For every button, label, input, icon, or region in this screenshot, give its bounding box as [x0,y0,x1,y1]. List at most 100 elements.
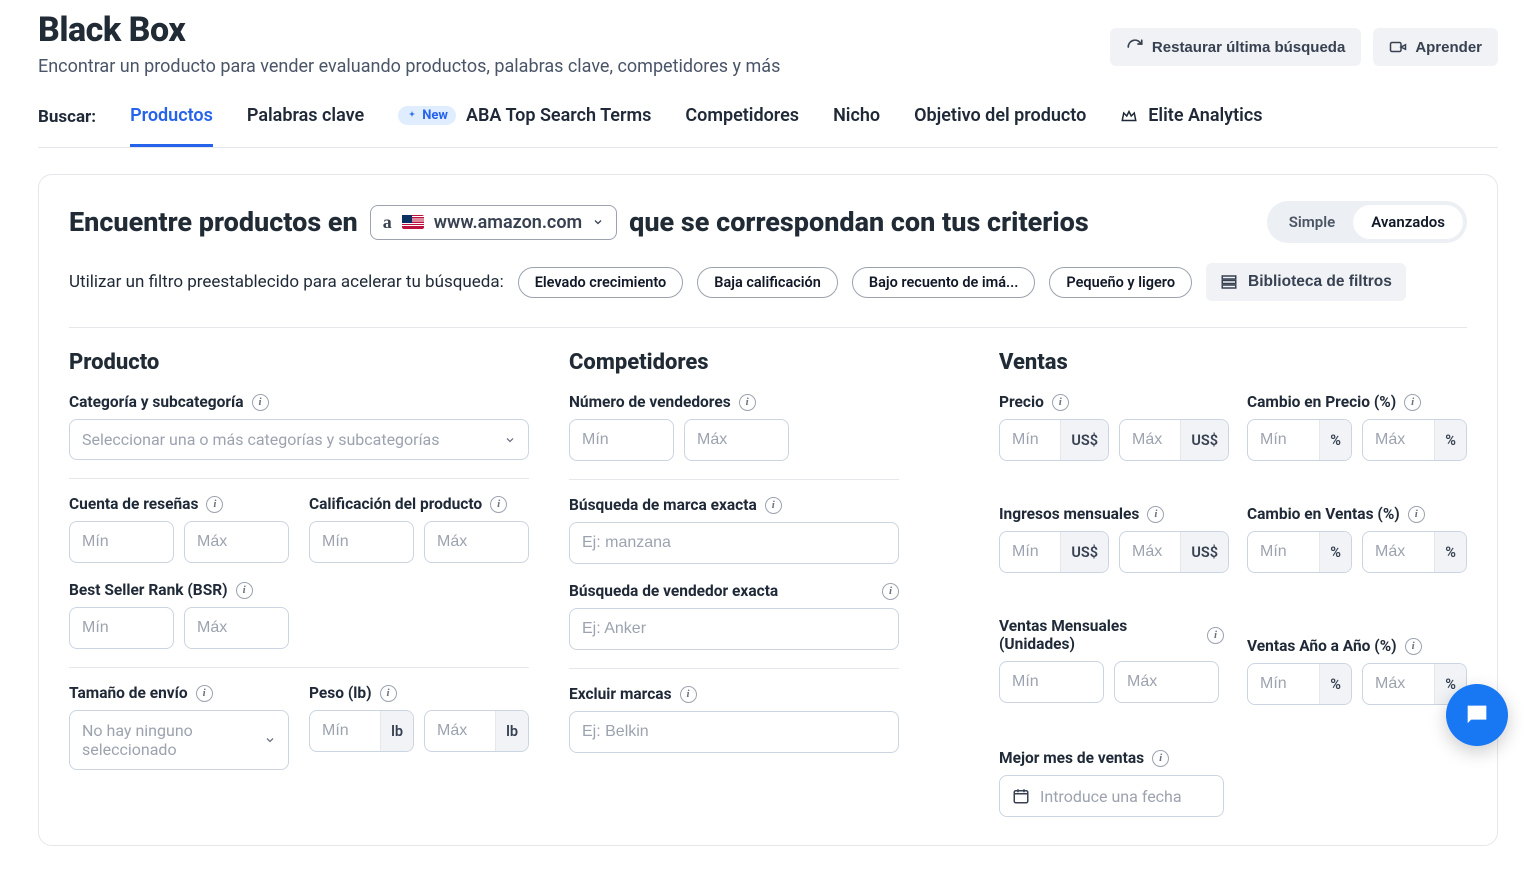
mode-simple[interactable]: Simple [1271,205,1354,239]
crown-icon [1120,107,1138,125]
sellers-max-input[interactable] [685,431,788,449]
info-icon[interactable] [1147,506,1164,523]
info-icon[interactable] [490,496,507,513]
revenue-max-input[interactable] [1120,543,1180,561]
price-max-input[interactable] [1120,431,1180,449]
info-icon[interactable] [196,685,213,702]
preset-chip-low-images[interactable]: Bajo recuento de imá... [852,267,1036,298]
mode-advanced[interactable]: Avanzados [1353,205,1463,239]
pct-unit: % [1434,532,1466,572]
best-month-label: Mejor mes de ventas [999,749,1144,767]
info-icon[interactable] [1404,394,1421,411]
ventas-title: Ventas [999,350,1467,375]
rating-label: Calificación del producto [309,495,482,513]
info-icon[interactable] [739,394,756,411]
filters-panel: Encuentre productos en a www.amazon.com … [38,174,1498,846]
seller-search-input[interactable] [570,620,898,638]
amazon-logo-icon: a [383,212,392,233]
info-icon[interactable] [765,497,782,514]
page-title: Black Box [38,10,780,50]
best-month-date-input[interactable]: Introduce una fecha [999,775,1224,817]
preset-chip-growth[interactable]: Elevado crecimiento [518,267,684,298]
restore-search-button[interactable]: Restaurar última búsqueda [1110,28,1361,66]
info-icon[interactable] [1405,638,1422,655]
revenue-min-input[interactable] [1000,543,1060,561]
sales-change-min-input[interactable] [1248,543,1319,561]
info-icon[interactable] [1052,394,1069,411]
price-min-input[interactable] [1000,431,1060,449]
reviews-max-input[interactable] [185,533,288,551]
filter-library-button[interactable]: Biblioteca de filtros [1206,263,1406,301]
tab-objetivo-producto[interactable]: Objetivo del producto [914,105,1086,147]
tab-palabras-clave[interactable]: Palabras clave [247,105,364,147]
info-icon[interactable] [206,496,223,513]
bsr-min-input[interactable] [70,619,173,637]
pct-unit: % [1434,420,1466,460]
tabs-label: Buscar: [38,107,96,145]
info-icon[interactable] [1408,506,1425,523]
pct-unit: % [1319,420,1351,460]
sales-change-max-input[interactable] [1363,543,1434,561]
preset-label: Utilizar un filtro preestablecido para a… [69,272,504,292]
price-label: Precio [999,393,1044,411]
preset-chip-small-light[interactable]: Pequeño y ligero [1049,267,1192,298]
page-subtitle: Encontrar un producto para vender evalua… [38,56,780,77]
find-text-pre: Encuentre productos en [69,206,358,238]
weight-max-input[interactable] [425,722,495,740]
info-icon[interactable] [1152,750,1169,767]
tab-aba-top-search[interactable]: New ABA Top Search Terms [398,105,651,147]
column-producto: Producto Categoría y subcategoría Selecc… [69,350,529,835]
refresh-icon [1126,38,1144,56]
preset-chip-low-rating[interactable]: Baja calificación [697,267,838,298]
new-badge: New [398,106,456,125]
column-ventas: Ventas Precio US$ US$ Cambio en Precio (… [999,350,1467,835]
yoy-min-input[interactable] [1248,675,1319,693]
rating-min-input[interactable] [310,533,413,551]
yoy-max-input[interactable] [1363,675,1434,693]
learn-button[interactable]: Aprender [1373,28,1498,66]
tab-nicho[interactable]: Nicho [833,105,880,147]
bsr-max-input[interactable] [185,619,288,637]
ship-size-select[interactable]: No hay ninguno seleccionado [69,710,289,770]
units-min-input[interactable] [1000,673,1103,691]
lb-unit: lb [380,711,413,751]
exclude-brands-input[interactable] [570,723,898,741]
price-change-min-input[interactable] [1248,431,1319,449]
chat-fab[interactable] [1446,684,1508,746]
info-icon[interactable] [680,686,697,703]
category-select[interactable]: Seleccionar una o más categorías y subca… [69,419,529,460]
rating-max-input[interactable] [425,533,528,551]
sellers-min-input[interactable] [570,431,673,449]
info-icon[interactable] [1207,627,1224,644]
info-icon[interactable] [236,582,253,599]
units-max-input[interactable] [1115,673,1218,691]
yoy-label: Ventas Año a Año (%) [1247,637,1397,655]
weight-label: Peso (lb) [309,684,372,702]
mode-toggle: Simple Avanzados [1267,201,1467,243]
chat-icon [1463,701,1491,729]
price-change-max-input[interactable] [1363,431,1434,449]
info-icon[interactable] [380,685,397,702]
sales-change-label: Cambio en Ventas (%) [1247,505,1400,523]
marketplace-selector[interactable]: a www.amazon.com [370,205,617,240]
reviews-min-input[interactable] [70,533,173,551]
exclude-brands-label: Excluir marcas [569,685,672,703]
info-icon[interactable] [252,394,269,411]
price-change-label: Cambio en Precio (%) [1247,393,1396,411]
competidores-title: Competidores [569,350,959,375]
video-icon [1389,38,1407,56]
sparkle-icon [406,110,418,122]
tab-competidores[interactable]: Competidores [685,105,799,147]
pct-unit: % [1319,532,1351,572]
ship-size-label: Tamaño de envío [69,684,188,702]
sellers-label: Número de vendedores [569,393,731,411]
chevron-down-icon [504,434,516,446]
usd-unit: US$ [1060,420,1108,460]
info-icon[interactable] [882,583,899,600]
tab-elite-analytics[interactable]: Elite Analytics [1120,105,1262,147]
brand-search-input[interactable] [570,534,898,552]
weight-min-input[interactable] [310,722,380,740]
tab-productos[interactable]: Productos [130,105,213,147]
bsr-label: Best Seller Rank (BSR) [69,581,228,599]
units-label: Ventas Mensuales (Unidades) [999,617,1169,653]
